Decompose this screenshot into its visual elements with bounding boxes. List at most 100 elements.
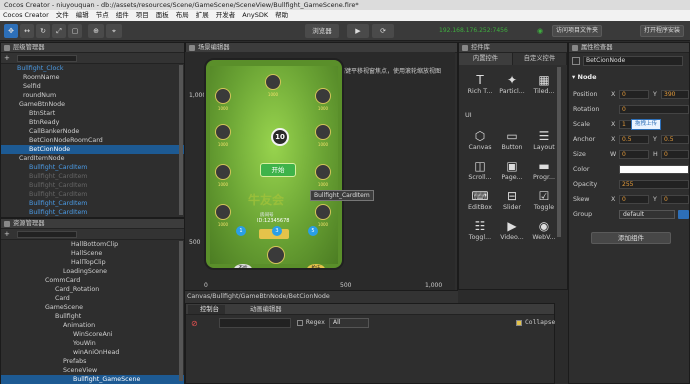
menu-component[interactable]: 组件 [116, 10, 129, 21]
tab-builtin-controls[interactable]: 内置控件 [459, 53, 513, 65]
position-x-input[interactable]: 0 [619, 90, 649, 99]
open-project-folder-button[interactable]: 访问项目文件夹 [552, 25, 603, 37]
control-item[interactable]: ✦ Particl... [497, 69, 527, 99]
asset-tree-item[interactable]: YouWin [1, 339, 184, 348]
node-tree-item[interactable]: CallBankerNode [1, 127, 184, 136]
control-item[interactable]: ⬡ Canvas [465, 125, 495, 155]
control-item[interactable]: ▬ Progr... [529, 155, 559, 185]
start-button[interactable]: 开始 [260, 163, 296, 177]
move-icon[interactable]: ↔ [20, 24, 34, 38]
asset-tree-item[interactable]: Card_Rotation [1, 285, 184, 294]
node-tree-scrollbar[interactable] [179, 65, 183, 215]
node-tree-item[interactable]: RoomName [1, 73, 184, 82]
bet-option-5[interactable]: 5 [308, 226, 318, 236]
node-tree-item[interactable]: roundNum [1, 91, 184, 100]
asset-tree-item[interactable]: Card [1, 294, 184, 303]
rotate-icon[interactable]: ↻ [36, 24, 50, 38]
scale-icon[interactable]: ⤢ [52, 24, 66, 38]
tab-custom-controls[interactable]: 自定义控件 [513, 53, 567, 65]
menu-extension[interactable]: 扩展 [196, 10, 209, 21]
asset-tree-item[interactable]: LoadingScene [1, 267, 184, 276]
node-tree-item[interactable]: BetCionNodeRoomCard [1, 136, 184, 145]
node-tree-item[interactable]: CardItemNode [1, 154, 184, 163]
preview-platform-select[interactable]: 浏览器 [305, 24, 339, 38]
control-item[interactable]: ▣ Page... [497, 155, 527, 185]
menu-edit[interactable]: 编辑 [76, 10, 89, 21]
pivot-icon[interactable]: ⊕ [88, 24, 104, 38]
node-tree-item[interactable]: Bullfight_CardItem [1, 172, 184, 181]
menu-help[interactable]: 帮助 [275, 10, 288, 21]
log-level-select[interactable]: All [329, 318, 369, 328]
size-h-input[interactable]: 0 [661, 150, 689, 159]
skew-y-input[interactable]: 0 [661, 195, 689, 204]
asset-tree-item[interactable]: winAniOnHead [1, 348, 184, 357]
clear-console-icon[interactable]: ⊘ [191, 319, 198, 328]
node-tree-item[interactable]: Bullfight_CardItem [1, 163, 184, 172]
anchor-x-input[interactable]: 0.5 [619, 135, 649, 144]
add-component-button[interactable]: 添加组件 [591, 232, 671, 244]
node-tree-item[interactable]: BtnStart [1, 109, 184, 118]
control-item[interactable]: ⊟ Slider [497, 185, 527, 215]
asset-tree-item[interactable]: GameScene [1, 303, 184, 312]
rect-tool-icon[interactable]: ▢ [68, 24, 82, 38]
asset-tree-item[interactable]: HallTopClip [1, 258, 184, 267]
menu-cocos[interactable]: Cocos Creator [3, 10, 49, 21]
size-w-input[interactable]: 0 [619, 150, 649, 159]
menu-project[interactable]: 项目 [136, 10, 149, 21]
control-item[interactable]: ▭ Button [497, 125, 527, 155]
control-item[interactable]: T Rich T... [465, 69, 495, 99]
node-name-input[interactable]: BetCionNode [583, 56, 683, 66]
menu-layout[interactable]: 布局 [176, 10, 189, 21]
asset-tree-item[interactable]: SceneView [1, 366, 184, 375]
control-item[interactable]: ☷ Toggl... [465, 215, 495, 245]
group-edit-button[interactable] [678, 210, 689, 219]
skew-x-input[interactable]: 0 [619, 195, 649, 204]
bet-option-3[interactable]: 3 [272, 226, 282, 236]
control-item[interactable]: ◉ WebV... [529, 215, 559, 245]
control-item[interactable]: ⌨ EditBox [465, 185, 495, 215]
regex-checkbox[interactable] [297, 320, 303, 326]
asset-tree-item[interactable]: Prefabs [1, 357, 184, 366]
menu-panel[interactable]: 面板 [156, 10, 169, 21]
control-item[interactable]: ▦ Tiled... [529, 69, 559, 99]
node-tree-item[interactable]: Bullfight_Clock [1, 64, 184, 73]
asset-tree-item[interactable]: Bullfight_GameScene [1, 375, 184, 384]
rotation-input[interactable]: 0 [619, 105, 689, 114]
position-y-input[interactable]: 390 [661, 90, 689, 99]
node-tree-item[interactable]: Bullfight_CardItem [1, 208, 184, 217]
node-search-input[interactable] [17, 55, 77, 62]
asset-search-input[interactable] [17, 231, 77, 238]
node-tree-item[interactable]: SelfId [1, 82, 184, 91]
node-tree-item[interactable]: Bullfight_CardItem [1, 190, 184, 199]
menu-developer[interactable]: 开发者 [216, 10, 236, 21]
play-icon[interactable]: ▶ [347, 24, 369, 38]
control-item[interactable]: ☰ Layout [529, 125, 559, 155]
refresh-icon[interactable]: ⟳ [372, 24, 394, 38]
control-item[interactable]: ◫ Scroll... [465, 155, 495, 185]
control-item[interactable]: ☑ Toggle [529, 185, 559, 215]
call-banker-button[interactable]: 抢庄 [307, 264, 325, 268]
node-tree-item[interactable]: GameBtnNode [1, 100, 184, 109]
asset-tree-item[interactable]: CommCard [1, 276, 184, 285]
add-node-icon[interactable]: + [4, 54, 10, 62]
node-tree-item[interactable]: Bullfight_CardItem [1, 181, 184, 190]
console-filter-input[interactable] [219, 318, 291, 328]
menu-anysdk[interactable]: AnySDK [242, 10, 268, 21]
bet-option-1[interactable]: 1 [236, 226, 246, 236]
local-icon[interactable]: ⌖ [106, 24, 122, 38]
no-call-button[interactable]: 不抢 [234, 264, 252, 268]
tab-animation-editor[interactable]: 动画编辑器 [238, 305, 287, 314]
move-tool-icon[interactable]: ✥ [4, 24, 18, 38]
open-install-folder-button[interactable]: 打开程序安装 [640, 25, 685, 37]
anchor-y-input[interactable]: 0.5 [661, 135, 689, 144]
game-scene-preview[interactable]: 1000 1000 1000 1000 1000 1000 1000 1000 … [204, 58, 344, 270]
asset-tree-item[interactable]: HallScene [1, 249, 184, 258]
add-asset-icon[interactable]: + [4, 230, 10, 238]
asset-tree-scrollbar[interactable] [179, 241, 183, 381]
node-active-checkbox[interactable] [572, 57, 580, 65]
node-tree-item[interactable]: BetCionNode [1, 145, 184, 154]
asset-tree-item[interactable]: Animation [1, 321, 184, 330]
group-select[interactable]: default [619, 210, 675, 219]
asset-tree-item[interactable]: WinScoreAni [1, 330, 184, 339]
tab-console[interactable]: 控制台 [188, 305, 225, 314]
